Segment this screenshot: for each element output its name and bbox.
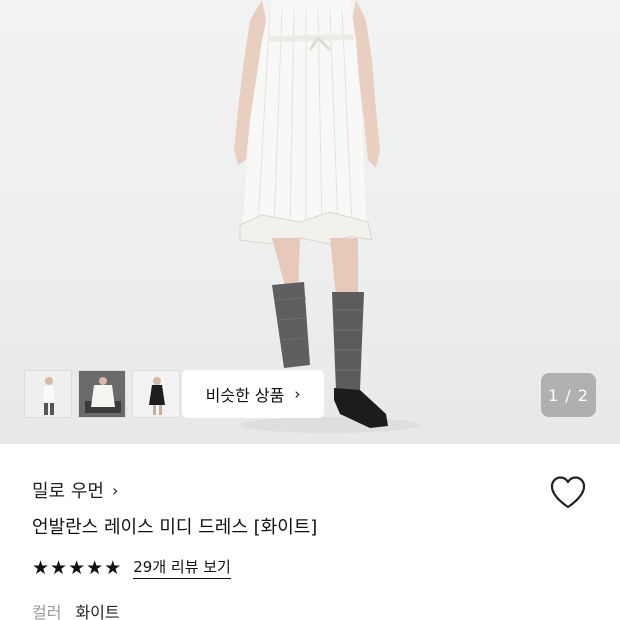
product-title: 언발란스 레이스 미디 드레스 [화이트] xyxy=(32,517,318,538)
star-icon: ★ xyxy=(32,556,50,579)
color-option-value: 화이트 xyxy=(75,603,120,620)
star-icon: ★ xyxy=(86,556,104,579)
brand-name: 밀로 우먼 xyxy=(32,481,104,502)
similar-products-button[interactable]: 비슷한 상품 › xyxy=(182,370,324,418)
star-icon: ★ xyxy=(68,556,86,579)
similar-products-label: 비슷한 상품 xyxy=(205,386,285,405)
thumbnail-2[interactable] xyxy=(78,370,126,418)
chevron-right-icon: › xyxy=(111,480,119,500)
chevron-right-icon: › xyxy=(294,385,301,403)
heart-outline-icon[interactable] xyxy=(549,474,587,510)
thumbnail-strip xyxy=(24,370,180,418)
brand-link[interactable]: 밀로 우먼 › xyxy=(32,477,118,503)
thumbnail-1[interactable] xyxy=(24,370,72,418)
thumbnail-3[interactable] xyxy=(132,370,180,418)
product-image-gallery[interactable]: 비슷한 상품 › 1 / 2 xyxy=(0,0,620,444)
image-page-indicator: 1 / 2 xyxy=(541,373,596,417)
review-link[interactable]: 29개 리뷰 보기 xyxy=(133,556,231,579)
color-option-row: 컬러 화이트 xyxy=(32,599,120,620)
star-icon: ★ xyxy=(50,556,68,579)
rating-stars: ★ ★ ★ ★ ★ xyxy=(32,558,121,578)
color-option-label: 컬러 xyxy=(32,603,62,620)
rating-row: ★ ★ ★ ★ ★ 29개 리뷰 보기 xyxy=(32,556,231,579)
star-icon: ★ xyxy=(104,556,122,579)
